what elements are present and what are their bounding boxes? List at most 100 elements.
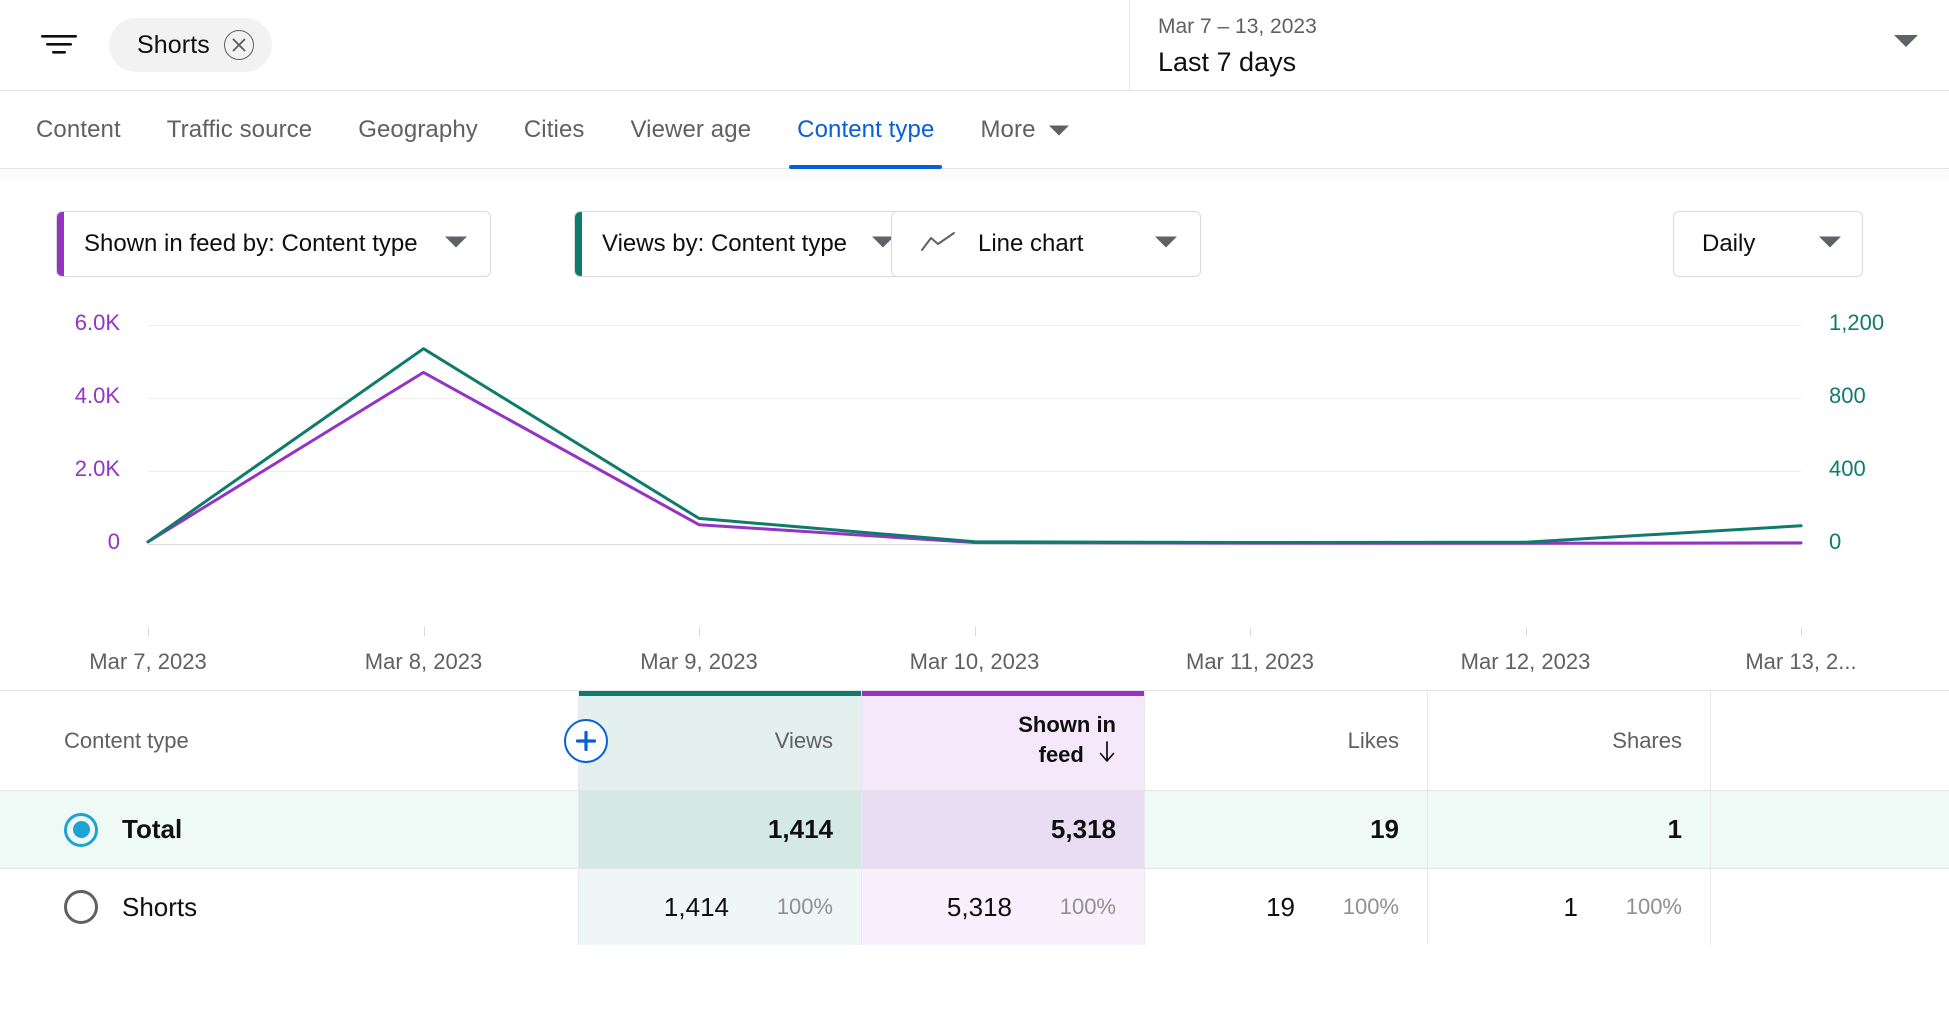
chevron-down-icon[interactable]	[1893, 33, 1919, 54]
content-type-table: Content type Views Shown in feed Likes S…	[0, 690, 1949, 945]
chart-series-views	[146, 347, 1803, 544]
column-header-label: Shares	[1612, 727, 1682, 753]
shown-in-feed-metric-label: Shown in feed by: Content type	[84, 230, 418, 257]
row-cell-views: 1,414 100%	[578, 869, 861, 945]
analytics-line-chart[interactable]: 0 2.0K 4.0K 6.0K 0 400 800 1,200	[0, 294, 1949, 619]
date-range-text: Mar 7 – 13, 2023 Last 7 days	[1158, 12, 1317, 80]
x-axis-tick	[974, 627, 976, 636]
x-axis-tick	[148, 627, 149, 636]
table-header-row: Content type Views Shown in feed Likes S…	[0, 691, 1949, 791]
x-axis-tick-label: Mar 8, 2023	[364, 649, 483, 674]
date-range-selector[interactable]: Mar 7 – 13, 2023 Last 7 days	[1129, 0, 1949, 91]
column-header-label: Shown in feed	[1018, 710, 1116, 772]
chart-x-axis: Mar 7, 2023 Mar 8, 2023 Mar 9, 2023 Mar 10,…	[0, 627, 1949, 683]
row-cell-views: 1,414	[578, 791, 861, 868]
tab-content[interactable]: Content	[36, 91, 121, 169]
chart-series-shown-in-feed	[146, 370, 1803, 545]
row-name-cell: Shorts	[0, 869, 578, 945]
arrow-down-icon[interactable]	[1098, 740, 1116, 772]
table-row-total[interactable]: Total 1,414 5,318 19 1	[0, 791, 1949, 869]
row-radio[interactable]	[64, 890, 98, 924]
cell-percent: 100%	[1625, 894, 1682, 919]
date-range-preset: Last 7 days	[1158, 46, 1297, 77]
column-header-shares[interactable]: Shares	[1427, 691, 1710, 790]
filter-chip-shorts[interactable]: Shorts	[109, 18, 272, 72]
row-label: Shorts	[122, 891, 198, 922]
row-cell-likes: 19 100%	[1144, 869, 1427, 945]
row-name-cell: Total	[0, 791, 578, 868]
tab-label: Traffic source	[166, 115, 313, 143]
cell-value: 1	[1563, 891, 1578, 922]
x-axis-tick	[699, 627, 700, 636]
tab-label: Geography	[358, 115, 478, 143]
chart-type-label: Line chart	[978, 230, 1084, 257]
chevron-down-icon-svg	[1155, 236, 1177, 247]
tab-more[interactable]: More	[980, 91, 1069, 169]
column-accent-bar	[579, 691, 861, 696]
row-cell-spacer	[1710, 791, 1949, 868]
cell-value: 5,318	[1050, 814, 1116, 844]
metric-accent-bar	[57, 212, 64, 276]
chevron-down-icon	[444, 235, 468, 254]
plus-icon-svg	[575, 730, 597, 751]
tab-label: Cities	[523, 115, 585, 143]
line-chart-icon-svg	[921, 231, 955, 251]
cell-percent: 100%	[1059, 894, 1116, 919]
close-icon-svg	[232, 38, 246, 52]
tab-bar: Content Traffic source Geography Cities …	[0, 91, 1949, 169]
row-radio-selected[interactable]	[64, 812, 98, 847]
column-header-label-line2: feed	[1038, 741, 1084, 767]
column-header-label: Content type	[64, 727, 189, 753]
tab-label: Content	[36, 115, 121, 143]
tab-content-type[interactable]: Content type	[789, 91, 943, 169]
chevron-down-icon-svg	[1048, 125, 1069, 135]
chart-controls: Shown in feed by: Content type Views by:…	[0, 169, 1949, 294]
analytics-page: Shorts Mar 7 – 13, 2023 Last 7 days Cont…	[0, 0, 1949, 1035]
plus-icon[interactable]	[564, 718, 608, 763]
views-metric-label: Views by: Content type	[602, 230, 848, 257]
tab-cities[interactable]: Cities	[524, 91, 585, 169]
table-row-shorts[interactable]: Shorts 1,414 100% 5,318 100% 19 100% 1 1…	[0, 869, 1949, 945]
x-axis-tick-label: Mar 9, 2023	[640, 649, 758, 674]
column-header-views[interactable]: Views	[578, 691, 861, 790]
shown-in-feed-metric-selector[interactable]: Shown in feed by: Content type	[56, 211, 491, 277]
cell-value: 19	[1266, 891, 1295, 922]
metric-accent-bar	[575, 212, 582, 276]
x-axis-tick	[1525, 627, 1527, 636]
x-axis-tick	[423, 627, 425, 636]
column-header-shown-in-feed[interactable]: Shown in feed	[861, 691, 1144, 790]
row-cell-shares: 1 100%	[1427, 869, 1710, 945]
row-cell-likes: 19	[1144, 791, 1427, 868]
chevron-down-icon-svg	[1819, 236, 1841, 247]
cell-wrap: 1 100%	[1564, 892, 1682, 923]
row-cell-shown-in-feed: 5,318 100%	[861, 869, 1144, 945]
tab-label: Viewer age	[630, 115, 752, 143]
column-header-spacer	[1710, 691, 1949, 790]
granularity-selector[interactable]: Daily	[1673, 211, 1863, 277]
x-axis-tick-label: Mar 12, 2023	[1460, 649, 1591, 674]
close-icon[interactable]	[223, 30, 254, 60]
granularity-label: Daily	[1702, 230, 1756, 257]
cell-value: 1	[1667, 814, 1682, 844]
chart-plot-area	[146, 347, 1803, 545]
column-header-content-type[interactable]: Content type	[0, 691, 608, 790]
chevron-down-icon	[1818, 235, 1842, 254]
row-cell-spacer	[1710, 869, 1949, 945]
x-axis-tick	[1801, 627, 1802, 636]
cell-value: 19	[1370, 814, 1399, 844]
top-bar: Shorts Mar 7 – 13, 2023 Last 7 days	[0, 0, 1949, 91]
x-axis-tick-label: Mar 10, 2023	[909, 649, 1040, 674]
arrow-down-icon-svg	[1099, 740, 1115, 762]
date-range-span: Mar 7 – 13, 2023	[1158, 14, 1317, 38]
views-metric-selector[interactable]: Views by: Content type	[574, 211, 918, 277]
x-axis-tick	[1250, 627, 1251, 636]
cell-percent: 100%	[1342, 894, 1399, 919]
chart-type-selector[interactable]: Line chart	[891, 211, 1201, 277]
chevron-down-icon-svg	[445, 236, 467, 247]
column-header-likes[interactable]: Likes	[1144, 691, 1427, 790]
tab-geography[interactable]: Geography	[358, 91, 478, 169]
tab-viewer-age[interactable]: Viewer age	[631, 91, 752, 169]
tab-traffic-source[interactable]: Traffic source	[167, 91, 312, 169]
filter-icon[interactable]	[36, 22, 82, 68]
chevron-down-icon-svg	[1894, 35, 1918, 47]
